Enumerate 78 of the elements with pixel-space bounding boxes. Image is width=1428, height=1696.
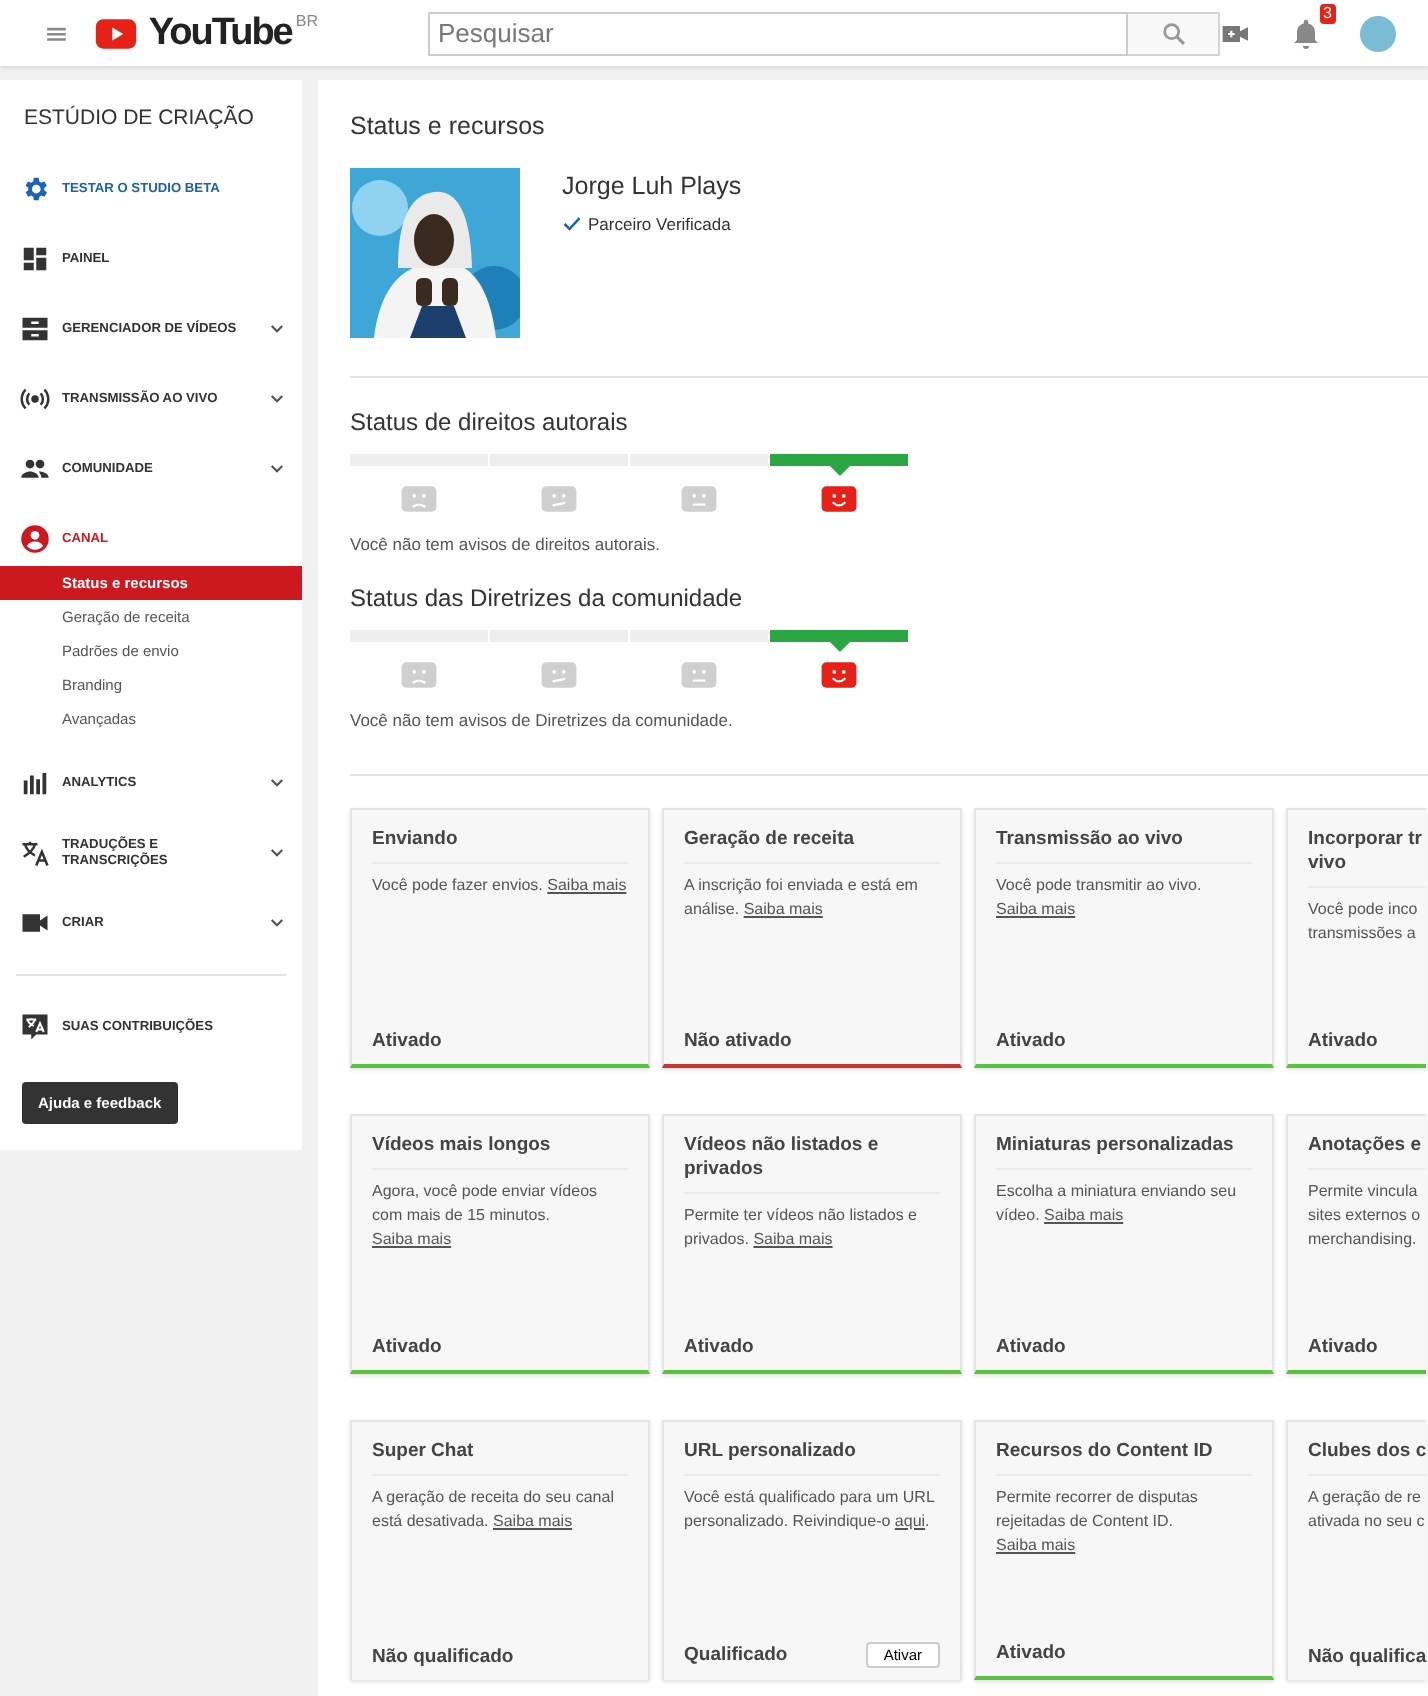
card-description: Você pode inco transmissões a bbox=[1308, 898, 1420, 946]
drawer-icon bbox=[20, 314, 50, 344]
card-description: A inscrição foi enviada e está em análise. Saiba mais bbox=[684, 874, 920, 922]
card-description: Agora, você pode enviar vídeos com mais de 15 minutos. Saiba mais bbox=[372, 1180, 600, 1252]
learn-more-link[interactable]: Saiba mais bbox=[753, 1230, 833, 1248]
status-note: Você não tem avisos de direitos autorais. bbox=[350, 534, 662, 554]
card-title: Vídeos mais longos bbox=[372, 1134, 628, 1170]
face-icon bbox=[400, 480, 438, 518]
card-title: URL personalizado bbox=[684, 1440, 940, 1476]
card-title: Anotações e bbox=[1308, 1134, 1426, 1170]
card-description: Você pode fazer envios. Saiba mais bbox=[372, 874, 628, 898]
card-description: Você está qualificado para um URL personalizado. Reivindique-o aqui. bbox=[684, 1486, 937, 1534]
people-icon bbox=[20, 454, 50, 484]
learn-more-link[interactable]: Saiba mais bbox=[372, 1230, 452, 1248]
face-icon bbox=[820, 480, 858, 518]
dashboard-icon bbox=[20, 244, 50, 274]
card-description: Permite vincula sites externos o merchandising. bbox=[1308, 1180, 1423, 1252]
card-title: Vídeos não listados e privados bbox=[684, 1134, 940, 1194]
card-title: Clubes dos c bbox=[1308, 1440, 1426, 1476]
card-title: Geração de receita bbox=[684, 828, 940, 864]
status-note: Você não tem avisos de Diretrizes da comunidade. bbox=[350, 710, 735, 730]
face-icon bbox=[540, 656, 578, 694]
card-description: Escolha a miniatura enviando seu vídeo. Saiba mais bbox=[996, 1180, 1239, 1228]
card-description: Permite ter vídeos não listados e privados. Saiba mais bbox=[684, 1204, 920, 1252]
learn-more-link[interactable]: Saiba mais bbox=[996, 1536, 1076, 1554]
card-description: Permite recorrer de disputas rejeitadas de Content ID. Saiba mais bbox=[996, 1486, 1200, 1558]
region-label: BR bbox=[295, 11, 318, 29]
card-status: Ativado bbox=[372, 1336, 442, 1358]
search-icon bbox=[1159, 19, 1187, 47]
card-status: Ativado bbox=[996, 1030, 1066, 1052]
card-title: Enviando bbox=[372, 828, 628, 864]
avatar[interactable] bbox=[1360, 15, 1396, 51]
card-title: Incorporar tr vivo bbox=[1308, 828, 1426, 888]
card-title: Miniaturas personalizadas bbox=[996, 1134, 1252, 1170]
sidebar-title: ESTÚDIO DE CRIAÇÃO bbox=[22, 106, 256, 130]
card-status: Ativado bbox=[996, 1336, 1066, 1358]
checkmark-icon bbox=[562, 214, 582, 234]
section-title: Status de direitos autorais bbox=[350, 408, 630, 436]
card-status: Ativado bbox=[1308, 1336, 1378, 1358]
search-field[interactable]: Pesquisar bbox=[428, 11, 1128, 55]
channel-name: Jorge Luh Plays bbox=[562, 172, 742, 200]
search-button[interactable] bbox=[1128, 11, 1220, 55]
face-icon bbox=[820, 656, 858, 694]
page-title: Status e recursos bbox=[350, 112, 547, 140]
logo-text[interactable]: YouTube bbox=[148, 11, 292, 55]
card-title: Recursos do Content ID bbox=[996, 1440, 1252, 1476]
card-description: A geração de receita do seu canal está desativada. Saiba mais bbox=[372, 1486, 616, 1534]
learn-more-link[interactable]: Saiba mais bbox=[1044, 1206, 1124, 1224]
card-description: Você pode transmitir ao vivo. Saiba mais bbox=[996, 874, 1204, 922]
card-status: Não ativado bbox=[684, 1030, 792, 1052]
section-title: Status das Diretrizes da comunidade bbox=[350, 584, 745, 612]
face-icon bbox=[400, 656, 438, 694]
learn-more-link[interactable]: Saiba mais bbox=[547, 876, 627, 894]
translate-bubble-icon bbox=[20, 1012, 50, 1042]
learn-more-link[interactable]: Saiba mais bbox=[493, 1512, 573, 1530]
card-status: Não qualificado bbox=[372, 1646, 514, 1668]
card-status: Ativado bbox=[1308, 1030, 1378, 1052]
card-title: Transmissão ao vivo bbox=[996, 828, 1252, 864]
card-description: A geração de re ativada no seu c bbox=[1308, 1486, 1426, 1534]
face-icon bbox=[680, 656, 718, 694]
bar-chart-icon bbox=[20, 768, 50, 798]
card-status: Ativado bbox=[684, 1336, 754, 1358]
gear-icon bbox=[20, 174, 50, 204]
verified-label: Parceiro Verificada bbox=[588, 214, 731, 234]
broadcast-icon bbox=[20, 384, 50, 414]
face-icon bbox=[540, 480, 578, 518]
card-status: Qualificado bbox=[684, 1644, 788, 1666]
card-title: Super Chat bbox=[372, 1440, 628, 1476]
notification-badge: 3 bbox=[1319, 3, 1336, 23]
learn-more-link[interactable]: Saiba mais bbox=[996, 900, 1076, 918]
card-status: Ativado bbox=[372, 1030, 442, 1052]
person-icon bbox=[20, 524, 50, 554]
translate-icon bbox=[20, 838, 50, 868]
video-camera-icon bbox=[20, 908, 50, 938]
card-status: Não qualifica bbox=[1308, 1646, 1427, 1668]
learn-more-link[interactable]: aqui bbox=[894, 1512, 926, 1530]
face-icon bbox=[680, 480, 718, 518]
card-status: Ativado bbox=[996, 1642, 1066, 1664]
